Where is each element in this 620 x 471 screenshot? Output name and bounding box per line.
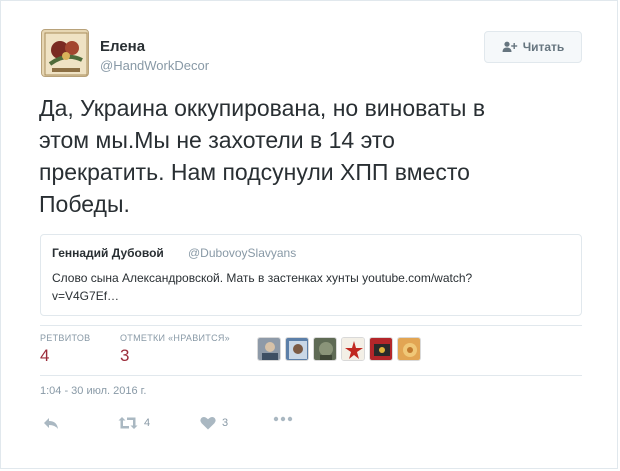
- reply-button[interactable]: [43, 416, 59, 430]
- liker-avatar[interactable]: [369, 337, 393, 361]
- quoted-tweet[interactable]: Геннадий Дубовой @DubovoySlavyans Слово …: [40, 234, 582, 316]
- liker-avatar[interactable]: [341, 337, 365, 361]
- divider: [40, 325, 582, 326]
- liker-avatar[interactable]: [313, 337, 337, 361]
- liker-avatar[interactable]: [257, 337, 281, 361]
- retweet-count: 4: [144, 417, 151, 429]
- retweets-count[interactable]: 4: [40, 346, 49, 366]
- quoted-author-name: Геннадий Дубовой: [52, 246, 164, 260]
- author-handle[interactable]: @HandWorkDecor: [100, 58, 209, 73]
- like-count: 3: [222, 417, 229, 429]
- likes-count[interactable]: 3: [120, 346, 129, 366]
- follow-button-label: Читать: [522, 40, 565, 54]
- heart-icon: [200, 417, 216, 430]
- retweet-icon: [118, 417, 138, 429]
- like-button[interactable]: 3: [200, 416, 228, 430]
- retweets-label[interactable]: РЕТВИТОВ: [40, 333, 90, 343]
- avatar[interactable]: [41, 29, 89, 77]
- follow-button[interactable]: Читать: [484, 31, 582, 63]
- tweet-card: Елена @HandWorkDecor Читать Да, Украина …: [0, 0, 618, 469]
- liker-avatar[interactable]: [397, 337, 421, 361]
- liker-avatar[interactable]: [285, 337, 309, 361]
- likers-avatars: [257, 337, 421, 361]
- add-user-icon: [502, 41, 517, 52]
- more-button[interactable]: [273, 416, 293, 422]
- quoted-author-handle: @DubovoySlavyans: [188, 246, 297, 260]
- tweet-text: Да, Украина оккупирована, но виноваты в …: [39, 95, 486, 217]
- likes-label[interactable]: ОТМЕТКИ «НРАВИТСЯ»: [120, 333, 230, 343]
- quoted-tweet-text: Слово сына Александровской. Мать в засте…: [52, 271, 473, 303]
- reply-icon: [44, 418, 58, 429]
- author-name[interactable]: Елена: [100, 38, 145, 55]
- divider: [40, 375, 582, 376]
- timestamp[interactable]: 1:04 - 30 июл. 2016 г.: [40, 385, 146, 397]
- retweet-button[interactable]: 4: [118, 416, 150, 430]
- more-dots-icon: [273, 416, 293, 422]
